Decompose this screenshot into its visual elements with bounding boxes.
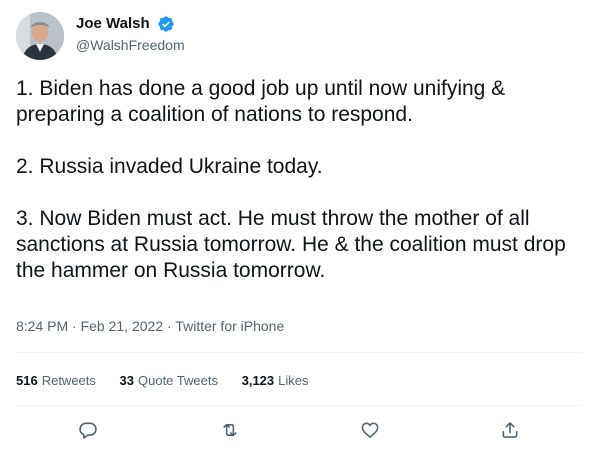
likes-stat[interactable]: 3,123 Likes — [242, 372, 309, 390]
retweet-icon — [223, 423, 237, 437]
quote-tweets-label: Quote Tweets — [138, 373, 218, 388]
likes-label: Likes — [278, 373, 309, 388]
retweets-stat[interactable]: 516 Retweets — [16, 372, 96, 390]
meta-separator: · — [72, 318, 77, 334]
tweet-paragraph: 3. Now Biden must act. He must throw the… — [16, 207, 566, 282]
divider — [16, 405, 582, 406]
divider — [16, 352, 582, 353]
engagement-stats: 516 Retweets 33 Quote Tweets 3,123 Likes — [16, 372, 329, 390]
tweet-paragraph: 2. Russia invaded Ukraine today. — [16, 155, 323, 178]
tweet-time[interactable]: 8:24 PM — [16, 318, 68, 334]
meta-separator: · — [167, 318, 172, 334]
likes-count: 3,123 — [241, 373, 275, 388]
profile-photo — [16, 12, 64, 60]
like-button[interactable] — [358, 418, 382, 442]
tweet-metadata: 8:24 PM · Feb 21, 2022 · Twitter for iPh… — [16, 317, 284, 336]
tweet-paragraph: 1. Biden has done a good job up until no… — [16, 77, 506, 126]
reply-icon — [79, 422, 97, 439]
tweet-source[interactable]: Twitter for iPhone — [175, 318, 284, 334]
quote-tweets-stat[interactable]: 33 Quote Tweets — [120, 372, 218, 390]
author-block: Joe Walsh @WalshFreedom — [76, 14, 185, 55]
share-button[interactable] — [498, 418, 522, 442]
retweets-count: 516 — [16, 373, 38, 388]
user-handle[interactable]: @WalshFreedom — [76, 36, 185, 55]
verified-badge-icon — [157, 15, 175, 33]
retweet-button[interactable] — [218, 418, 242, 442]
action-bar — [0, 418, 598, 442]
avatar[interactable] — [16, 12, 64, 60]
retweets-label: Retweets — [41, 373, 96, 388]
tweet: Joe Walsh @WalshFreedom 1. Biden has don… — [0, 0, 598, 453]
like-icon — [361, 422, 379, 438]
display-name[interactable]: Joe Walsh — [76, 14, 150, 34]
tweet-date[interactable]: Feb 21, 2022 — [81, 318, 164, 334]
tweet-text: 1. Biden has done a good job up until no… — [16, 76, 582, 284]
reply-button[interactable] — [76, 418, 100, 442]
quote-tweets-count: 33 — [119, 373, 134, 388]
share-icon — [502, 422, 518, 438]
